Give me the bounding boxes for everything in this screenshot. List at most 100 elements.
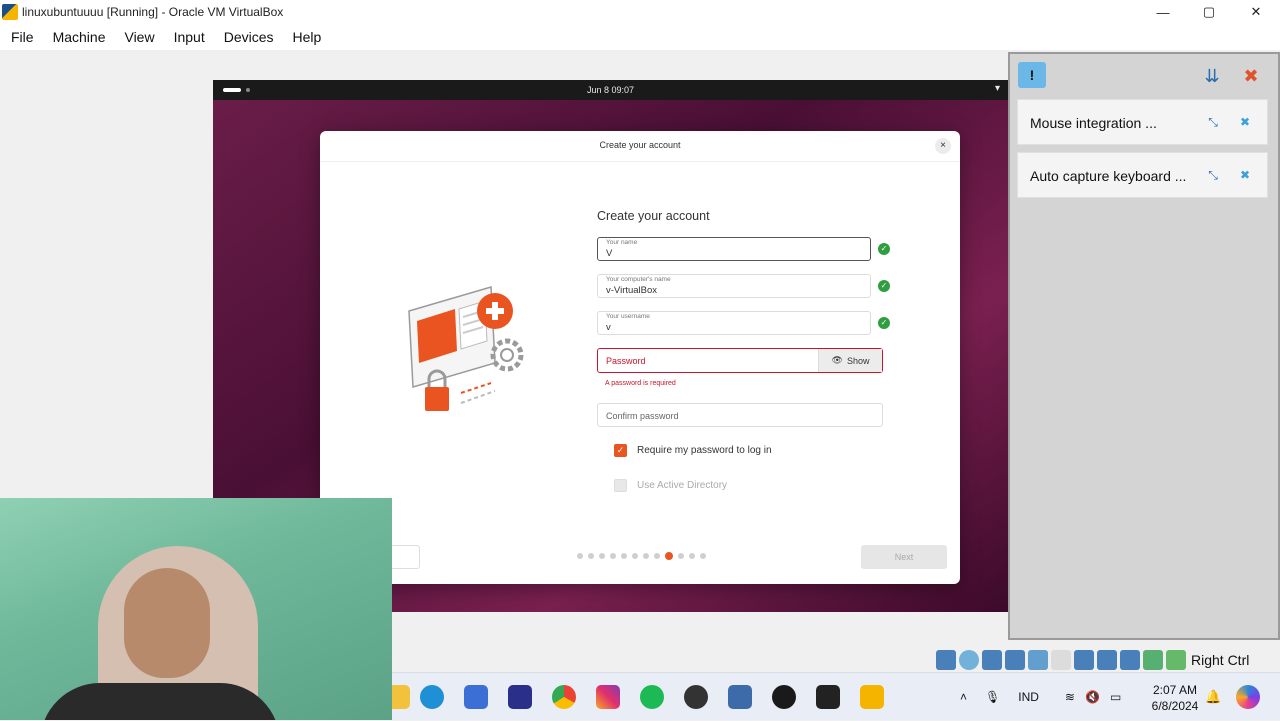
- host-key-arrow-icon[interactable]: [1166, 650, 1186, 670]
- hard-disk-icon[interactable]: [936, 650, 956, 670]
- taskbar-date: 6/8/2024: [1151, 699, 1199, 713]
- wifi-icon[interactable]: ≋: [1065, 690, 1075, 704]
- guest-clock[interactable]: Jun 8 09:07: [213, 85, 1008, 95]
- require-password-checkbox[interactable]: ✓: [614, 444, 627, 457]
- next-button[interactable]: Next: [861, 545, 947, 569]
- display-icon[interactable]: [1074, 650, 1094, 670]
- close-notice-icon[interactable]: ✖: [1238, 168, 1252, 182]
- step-dot: [643, 553, 649, 559]
- optical-drive-icon[interactable]: [959, 650, 979, 670]
- chevron-up-icon[interactable]: ˄: [960, 690, 967, 704]
- account-security-illustration: [408, 286, 524, 411]
- password-input[interactable]: Password 👁 Show: [597, 348, 883, 373]
- step-dot: [700, 553, 706, 559]
- notification-bell-icon[interactable]: 🔔: [1205, 689, 1221, 705]
- menu-help[interactable]: Help: [293, 29, 322, 45]
- step-dot: [599, 553, 605, 559]
- step-dot: [689, 553, 695, 559]
- step-indicator: [577, 552, 706, 560]
- step-dot-active: [665, 552, 673, 560]
- active-directory-checkbox[interactable]: [614, 479, 627, 492]
- require-password-label[interactable]: Require my password to log in: [637, 445, 772, 456]
- system-tray: ˄ 🎙 IND ≋ 🔇 ▭: [960, 673, 1121, 721]
- notice-mouse-integration-text: Mouse integration ...: [1030, 115, 1157, 131]
- guest-tray-menu-icon[interactable]: ▾: [995, 83, 1000, 94]
- spotify-icon[interactable]: [640, 685, 664, 709]
- microphone-icon[interactable]: 🎙: [985, 690, 1000, 704]
- computer-name-input[interactable]: Your computer's name v-VirtualBox: [597, 274, 871, 298]
- menu-machine[interactable]: Machine: [53, 29, 106, 45]
- mouse-integration-icon[interactable]: ⤡: [1206, 115, 1220, 129]
- notice-auto-capture-keyboard[interactable]: Auto capture keyboard ... ⤡ ✖: [1017, 152, 1268, 198]
- active-directory-label[interactable]: Use Active Directory: [637, 480, 727, 491]
- vm-status-bar: Right Ctrl: [936, 648, 1280, 672]
- show-password-button[interactable]: 👁 Show: [818, 349, 882, 372]
- password-placeholder: Password: [606, 356, 646, 366]
- close-notice-icon[interactable]: ✖: [1238, 115, 1252, 129]
- eye-icon: 👁: [831, 355, 843, 365]
- taskbar-time: 2:07 AM: [1152, 683, 1198, 697]
- menu-file[interactable]: File: [11, 29, 34, 45]
- dismiss-all-icon[interactable]: ✖: [1238, 64, 1264, 88]
- keyboard-capture-icon[interactable]: ⤡: [1206, 168, 1220, 182]
- audio-icon[interactable]: [982, 650, 1002, 670]
- computer-name-value: v-VirtualBox: [606, 285, 658, 296]
- password-error-text: A password is required: [605, 380, 676, 387]
- minimize-button[interactable]: —: [1140, 0, 1186, 24]
- battery-icon[interactable]: ▭: [1110, 690, 1121, 704]
- username-valid-check-icon: ✓: [878, 317, 890, 329]
- window-title: linuxubuntuuuu [Running] - Oracle VM Vir…: [22, 5, 284, 19]
- close-button[interactable]: ✕: [1233, 0, 1279, 24]
- cpu-icon[interactable]: [1120, 650, 1140, 670]
- dialog-title: Create your account: [599, 140, 681, 150]
- virtualbox-icon: [2, 4, 18, 20]
- input-language[interactable]: IND: [1018, 690, 1039, 704]
- network-icon[interactable]: [1005, 650, 1025, 670]
- name-valid-check-icon: ✓: [878, 243, 890, 255]
- mouse-integration-status-icon[interactable]: [1143, 650, 1163, 670]
- plus-badge-icon: [477, 293, 513, 329]
- copilot-icon[interactable]: [1236, 685, 1260, 709]
- computer-name-label: Your computer's name: [606, 276, 671, 283]
- menu-input[interactable]: Input: [174, 29, 205, 45]
- step-dot: [621, 553, 627, 559]
- menu-view[interactable]: View: [124, 29, 154, 45]
- shared-folders-icon[interactable]: [1051, 650, 1071, 670]
- virtualbox-app-icon[interactable]: [728, 685, 752, 709]
- step-dot: [654, 553, 660, 559]
- presenter-face: [124, 568, 210, 678]
- maximize-button[interactable]: ▢: [1186, 0, 1232, 24]
- step-dot: [632, 553, 638, 559]
- step-dot: [610, 553, 616, 559]
- instagram-icon[interactable]: [596, 685, 620, 709]
- notion-style-app-icon[interactable]: [508, 685, 532, 709]
- obs-icon[interactable]: [684, 685, 708, 709]
- computer-name-valid-check-icon: ✓: [878, 280, 890, 292]
- taskbar-clock[interactable]: 2:07 AM 6/8/2024: [1145, 682, 1205, 714]
- form-heading: Create your account: [597, 209, 710, 223]
- virtualbox-running-icon[interactable]: [860, 685, 884, 709]
- username-value: v: [606, 322, 611, 333]
- mute-icon[interactable]: 🔇: [1085, 690, 1100, 704]
- step-dot: [678, 553, 684, 559]
- usb-icon[interactable]: [1028, 650, 1048, 670]
- capcut-icon[interactable]: [816, 685, 840, 709]
- sort-notifications-icon[interactable]: ⇊: [1200, 64, 1224, 88]
- username-input[interactable]: Your username v: [597, 311, 871, 335]
- recording-icon[interactable]: [1097, 650, 1117, 670]
- username-label: Your username: [606, 313, 650, 320]
- microsoft-store-icon[interactable]: [464, 685, 488, 709]
- step-dot: [577, 553, 583, 559]
- edge-icon[interactable]: [420, 685, 444, 709]
- your-name-input[interactable]: Your name V: [597, 237, 871, 261]
- menu-devices[interactable]: Devices: [224, 29, 274, 45]
- dialog-close-icon[interactable]: ×: [935, 138, 951, 154]
- media-player-icon[interactable]: [772, 685, 796, 709]
- your-name-value: V: [606, 248, 613, 259]
- confirm-password-input[interactable]: Confirm password: [597, 403, 883, 427]
- window-titlebar: linuxubuntuuuu [Running] - Oracle VM Vir…: [0, 0, 1280, 24]
- show-password-label: Show: [846, 355, 870, 366]
- chrome-icon[interactable]: [552, 685, 576, 709]
- notice-mouse-integration[interactable]: Mouse integration ... ⤡ ✖: [1017, 99, 1268, 145]
- notification-alert-icon[interactable]: !: [1018, 62, 1046, 88]
